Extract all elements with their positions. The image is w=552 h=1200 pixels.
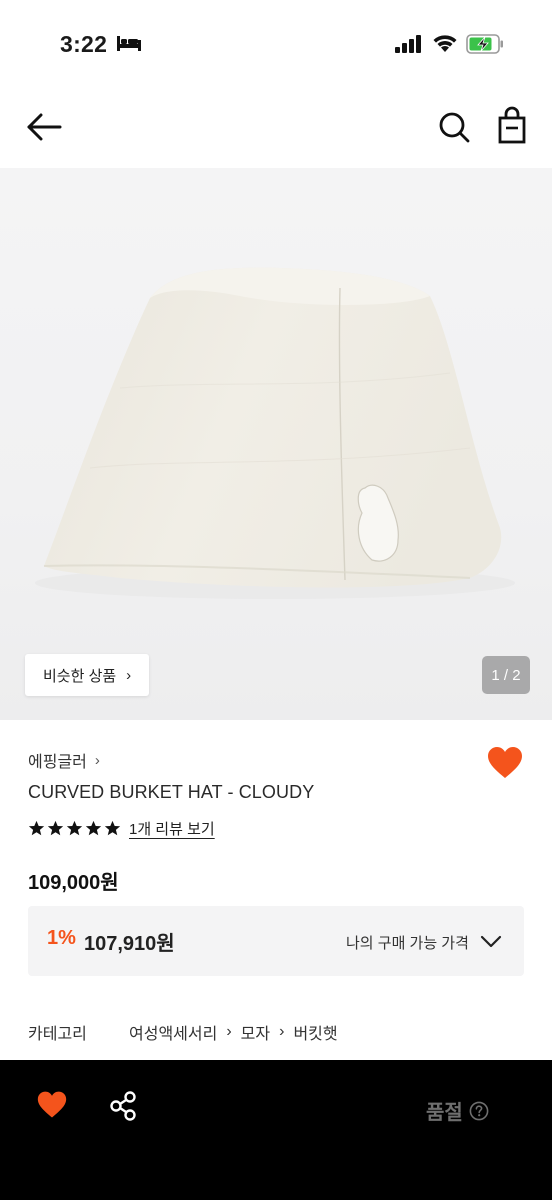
product-price: 109,000원: [28, 872, 119, 894]
share-button[interactable]: [108, 1090, 138, 1122]
like-button[interactable]: [486, 745, 524, 781]
bottom-action-bar: 품절: [0, 1060, 552, 1200]
discount-rate: 1%: [47, 927, 76, 949]
brand-name: 에핑글러: [28, 754, 87, 771]
similar-products-label: 비슷한 상품: [43, 667, 117, 685]
category-label: 카테고리: [28, 1026, 87, 1043]
star-icon: [47, 820, 64, 836]
category-crumb[interactable]: 모자: [241, 1020, 270, 1044]
product-name: CURVED BURKET HAT - CLOUDY: [28, 782, 315, 802]
bed-icon: [117, 36, 141, 51]
search-icon: [439, 112, 470, 143]
chevron-right-icon: ›: [94, 751, 100, 769]
category-row: 카테고리 여성액세서리 › 모자 › 버킷햇: [28, 1020, 338, 1044]
rating-row: 1개 리뷰 보기: [28, 818, 215, 839]
category-crumb[interactable]: 버킷햇: [293, 1020, 337, 1044]
chevron-right-icon: ›: [226, 1023, 232, 1040]
soldout-label: 품절: [426, 1102, 463, 1124]
battery-charging-icon: [466, 34, 503, 54]
star-icon: [66, 820, 83, 836]
arrow-left-icon: [27, 113, 62, 141]
discounted-price: 107,910원: [84, 933, 175, 955]
status-bar: 3:22: [0, 0, 552, 92]
search-button[interactable]: [436, 108, 472, 146]
star-icon: [104, 820, 121, 836]
heart-icon: [37, 1091, 67, 1118]
my-price-label: 나의 구매 가능 가격: [346, 935, 469, 952]
share-icon: [110, 1091, 136, 1121]
star-icon: [85, 820, 102, 836]
bottom-like-button[interactable]: [36, 1090, 68, 1120]
status-time: 3:22: [60, 31, 108, 57]
back-button[interactable]: [24, 108, 64, 148]
similar-products-button[interactable]: 비슷한 상품 ›: [25, 654, 150, 696]
cellular-signal-icon: [395, 35, 421, 53]
chevron-right-icon: ›: [126, 666, 132, 684]
image-counter-badge: 1 / 2: [482, 656, 530, 694]
review-link[interactable]: 1개 리뷰 보기: [129, 818, 215, 839]
star-icon: [28, 820, 45, 836]
chevron-right-icon: ›: [279, 1023, 285, 1040]
shopping-bag-icon: [498, 106, 526, 144]
shopping-bag-button[interactable]: [494, 106, 530, 146]
my-buy-price-box[interactable]: 1% 107,910원 나의 구매 가능 가격: [28, 906, 524, 976]
soldout-status[interactable]: 품절: [426, 1096, 489, 1125]
bucket-hat-image: [35, 267, 515, 599]
heart-icon: [488, 747, 522, 778]
product-image-gallery[interactable]: 비슷한 상품 › 1 / 2: [0, 168, 552, 720]
category-crumb[interactable]: 여성액세서리: [129, 1020, 217, 1044]
top-navigation: [0, 92, 552, 168]
rating-stars: [28, 820, 121, 837]
brand-link[interactable]: 에핑글러 ›: [28, 748, 100, 772]
question-circle-icon: [469, 1101, 489, 1120]
wifi-icon: [433, 35, 457, 52]
chevron-down-icon: [480, 935, 502, 948]
